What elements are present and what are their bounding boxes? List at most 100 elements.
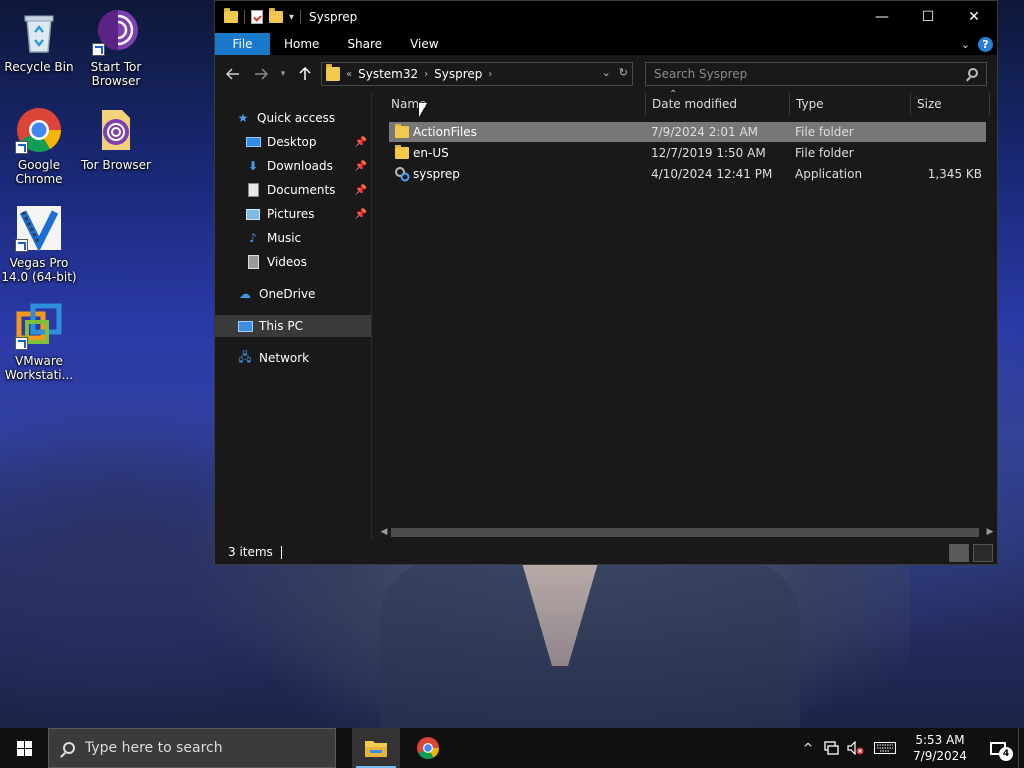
file-name: en-US bbox=[413, 146, 449, 160]
windows-logo-icon bbox=[16, 740, 32, 756]
tor-browser-icon bbox=[92, 8, 140, 56]
nav-documents[interactable]: Documents 📌 bbox=[245, 179, 371, 201]
new-folder-icon[interactable] bbox=[269, 8, 283, 23]
show-hidden-icons-chevron-icon[interactable]: ^ bbox=[796, 728, 820, 768]
close-button[interactable]: ✕ bbox=[951, 1, 997, 33]
nav-pictures[interactable]: Pictures 📌 bbox=[245, 203, 371, 225]
address-bar-controls: ⌄ ↻ bbox=[602, 66, 628, 79]
nav-desktop[interactable]: Desktop 📌 bbox=[245, 131, 371, 153]
search-icon bbox=[968, 68, 978, 78]
column-header-type[interactable]: Type bbox=[790, 93, 910, 115]
shortcut-arrow-icon bbox=[15, 239, 28, 252]
taskbar-chrome[interactable] bbox=[404, 728, 452, 768]
breadcrumb-sysprep[interactable]: Sysprep bbox=[434, 67, 482, 81]
desktop-icon-tor-browser[interactable]: Tor Browser bbox=[77, 106, 155, 172]
nav-item-label: Desktop bbox=[267, 135, 317, 149]
nav-this-pc[interactable]: This PC bbox=[215, 315, 371, 337]
nav-onedrive[interactable]: ☁ OneDrive bbox=[237, 283, 371, 305]
vegas-pro-icon bbox=[15, 204, 63, 252]
nav-music[interactable]: ♪ Music bbox=[245, 227, 371, 249]
desktop-icon-vegas-pro[interactable]: Vegas Pro 14.0 (64-bit) bbox=[0, 204, 78, 284]
scroll-left-icon[interactable]: ◀ bbox=[377, 525, 391, 539]
address-bar[interactable]: « System32 › Sysprep › ⌄ ↻ bbox=[321, 62, 633, 86]
column-header-date-modified[interactable]: Date modified bbox=[646, 93, 789, 115]
show-desktop-button[interactable] bbox=[1018, 728, 1024, 768]
expand-ribbon-icon[interactable]: ⌄ bbox=[961, 38, 970, 51]
desktop-icon-label: Tor Browser bbox=[80, 158, 151, 172]
pin-icon[interactable]: 📌 bbox=[355, 161, 367, 172]
minimize-button[interactable]: — bbox=[859, 1, 905, 33]
taskbar-file-explorer[interactable] bbox=[352, 728, 400, 768]
recycle-bin-icon bbox=[15, 8, 63, 56]
system-tray: ^ 5:53 AM 7/9/2024 4 bbox=[796, 728, 1024, 768]
search-input[interactable]: Search Sysprep bbox=[645, 62, 987, 86]
file-row-sysprep[interactable]: sysprep 4/10/2024 12:41 PM Application 1… bbox=[389, 164, 986, 184]
desktop-icon-start-tor-browser[interactable]: Start Tor Browser bbox=[77, 8, 155, 88]
address-row: ▾ « System32 › Sysprep › ⌄ ↻ Search Sysp… bbox=[215, 55, 997, 93]
nav-network[interactable]: 🖧 Network bbox=[237, 347, 371, 369]
horizontal-scrollbar[interactable]: ◀ ▶ bbox=[373, 525, 997, 539]
taskbar-search-box[interactable]: Type here to search bbox=[48, 728, 336, 768]
scrollbar-thumb[interactable] bbox=[391, 528, 979, 537]
file-row-actionfiles[interactable]: ActionFiles 7/9/2024 2:01 AM File folder bbox=[389, 122, 986, 142]
shortcut-arrow-icon bbox=[15, 141, 28, 154]
desktop-icon-google-chrome[interactable]: Google Chrome bbox=[0, 106, 78, 186]
nav-item-label: Documents bbox=[267, 183, 336, 197]
file-type: File folder bbox=[795, 146, 854, 160]
back-button[interactable] bbox=[219, 60, 247, 88]
window-controls: — ☐ ✕ bbox=[859, 1, 997, 33]
download-arrow-icon: ⬇ bbox=[247, 159, 259, 173]
desktop-icon-recycle-bin[interactable]: Recycle Bin bbox=[0, 8, 78, 74]
nav-item-label: Downloads bbox=[267, 159, 333, 173]
shortcut-arrow-icon bbox=[15, 337, 28, 350]
forward-button[interactable] bbox=[247, 60, 275, 88]
nav-item-label: Quick access bbox=[257, 111, 336, 125]
file-row-en-us[interactable]: en-US 12/7/2019 1:50 AM File folder bbox=[389, 143, 986, 163]
breadcrumb-chevron-icon[interactable]: › bbox=[424, 69, 428, 80]
desktop-icon bbox=[245, 134, 261, 150]
nav-videos[interactable]: Videos bbox=[245, 251, 371, 273]
network-status-icon[interactable] bbox=[820, 728, 844, 768]
breadcrumb-system32[interactable]: System32 bbox=[358, 67, 418, 81]
column-divider[interactable] bbox=[989, 93, 990, 115]
forward-arrow-icon bbox=[255, 68, 268, 80]
scroll-right-icon[interactable]: ▶ bbox=[983, 525, 997, 539]
column-header-size[interactable]: Size bbox=[911, 93, 989, 115]
properties-icon[interactable] bbox=[251, 10, 263, 24]
tab-home[interactable]: Home bbox=[270, 33, 333, 55]
volume-muted-icon[interactable] bbox=[844, 728, 868, 768]
help-icon[interactable]: ? bbox=[978, 36, 993, 52]
tab-file[interactable]: File bbox=[215, 33, 270, 55]
customize-toolbar-dropdown-icon[interactable]: ▾ bbox=[289, 12, 294, 23]
action-center-button[interactable]: 4 bbox=[978, 728, 1018, 768]
details-view-icon[interactable] bbox=[949, 544, 969, 562]
file-type: Application bbox=[795, 167, 863, 181]
nav-item-label: Videos bbox=[267, 255, 307, 269]
nav-item-label: OneDrive bbox=[259, 287, 316, 301]
nav-quick-access[interactable]: ★ Quick access bbox=[235, 107, 371, 129]
vmware-icon bbox=[15, 302, 63, 350]
tab-view[interactable]: View bbox=[396, 33, 452, 55]
file-list-pane: ⌃ Name Date modified Type Size ActionFil… bbox=[373, 89, 997, 539]
large-icons-view-icon[interactable] bbox=[973, 544, 993, 562]
taskbar-clock[interactable]: 5:53 AM 7/9/2024 bbox=[902, 732, 978, 764]
breadcrumb-overflow[interactable]: « bbox=[346, 69, 352, 80]
address-dropdown-icon[interactable]: ⌄ bbox=[602, 66, 611, 79]
keyboard-icon[interactable] bbox=[868, 728, 902, 768]
desktop-icon-vmware[interactable]: VMware Workstati... bbox=[0, 302, 78, 382]
taskbar: Type here to search ^ 5:53 AM 7/9/2024 4 bbox=[0, 728, 1024, 768]
refresh-icon[interactable]: ↻ bbox=[619, 66, 628, 79]
up-button[interactable] bbox=[291, 60, 319, 88]
tab-share[interactable]: Share bbox=[333, 33, 396, 55]
recent-locations-button[interactable]: ▾ bbox=[275, 60, 291, 88]
maximize-button[interactable]: ☐ bbox=[905, 1, 951, 33]
start-button[interactable] bbox=[0, 728, 48, 768]
pin-icon[interactable]: 📌 bbox=[355, 137, 367, 148]
breadcrumb-chevron-icon[interactable]: › bbox=[488, 69, 492, 80]
view-toggle bbox=[949, 544, 993, 562]
pin-icon[interactable]: 📌 bbox=[355, 185, 367, 196]
pin-icon[interactable]: 📌 bbox=[355, 209, 367, 220]
music-note-icon: ♪ bbox=[249, 231, 257, 245]
folder-icon bbox=[395, 145, 409, 159]
nav-downloads[interactable]: ⬇ Downloads 📌 bbox=[245, 155, 371, 177]
